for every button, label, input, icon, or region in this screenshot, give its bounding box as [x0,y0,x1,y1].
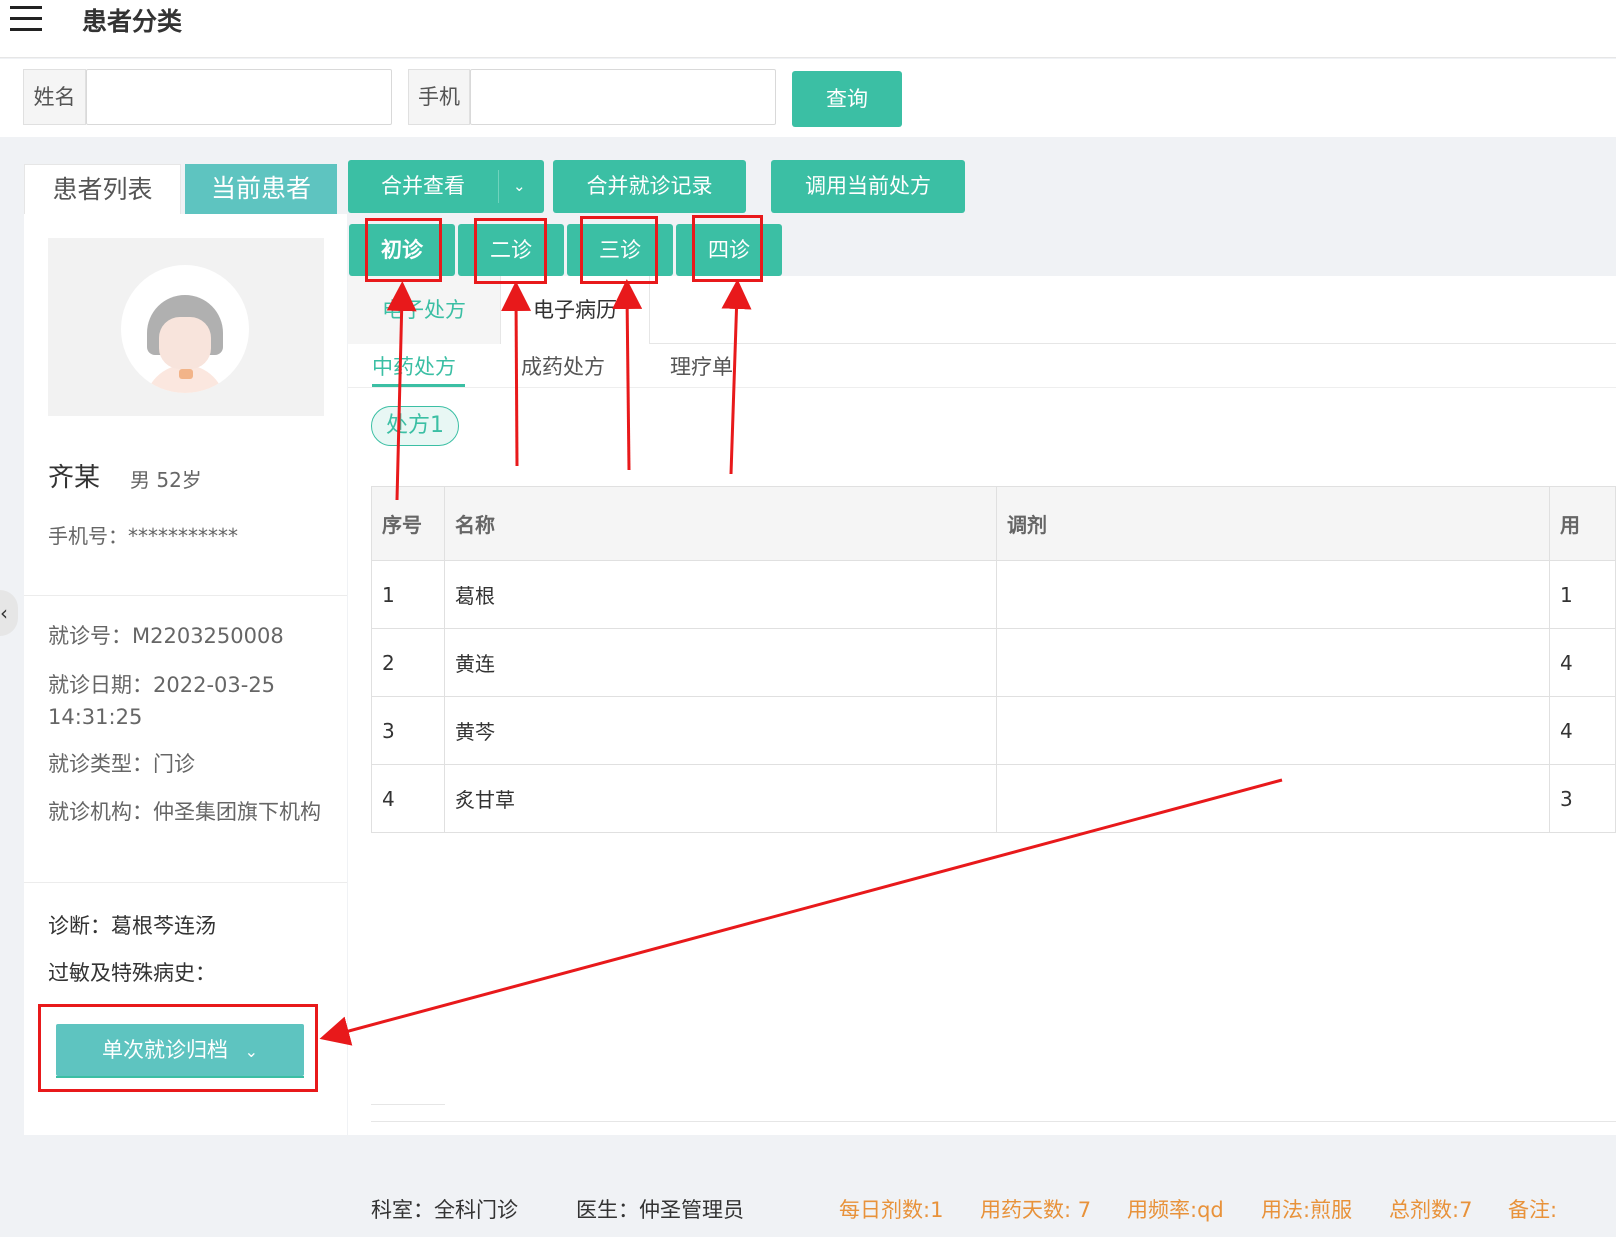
arrow-third-visit [612,279,643,471]
footer-frequency: 用频率:qd [1127,1198,1224,1222]
arrow-first-visit [386,281,417,501]
footer-doctor: 医生：仲圣管理员 [576,1198,744,1222]
arrow-archive [319,778,1283,1046]
arrow-fourth-visit [721,279,752,475]
footer-usage: 用法:煎服 [1261,1198,1353,1222]
footer-total-doses: 总剂数:7 [1389,1198,1473,1222]
footer-days: 用药天数: 7 [980,1198,1092,1222]
prescription-footer: 科室：全科门诊 医生：仲圣管理员 每日剂数:1 用药天数: 7 用频率:qd 用… [348,1182,1616,1237]
annotation-arrows [319,279,1283,1046]
footer-department: 科室：全科门诊 [371,1198,518,1222]
footer-daily-doses: 每日剂数:1 [839,1198,944,1222]
footer-note: 备注: [1508,1198,1558,1222]
arrow-second-visit [501,281,532,467]
